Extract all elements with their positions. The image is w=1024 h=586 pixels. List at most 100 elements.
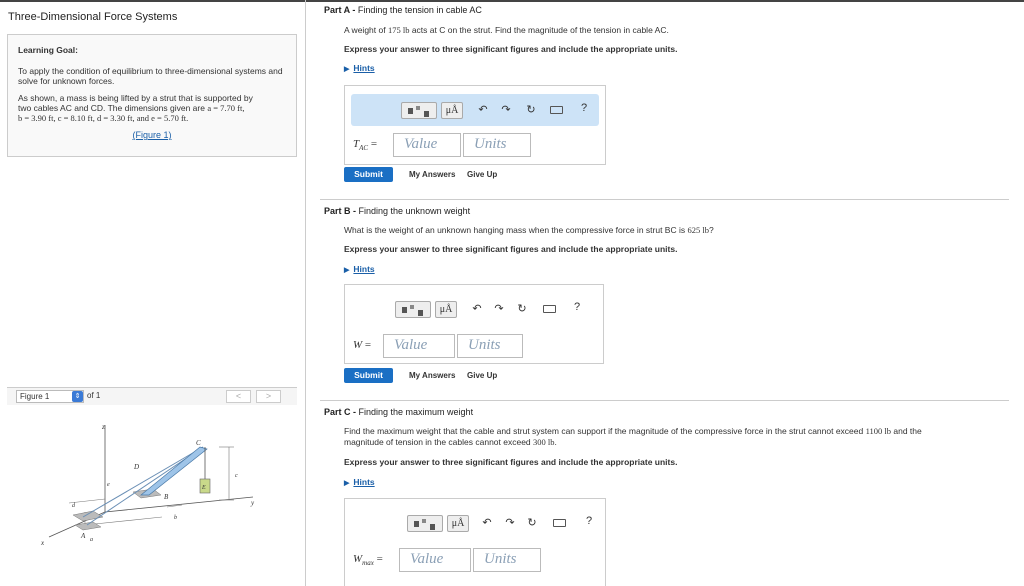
desc-math-dims: b = 3.90 ft, c = 8.10 ft, d = 3.30 ft, a… — [18, 113, 189, 123]
templates-button[interactable] — [395, 301, 431, 318]
label-c-dim: c — [235, 473, 238, 479]
part-b-instructions: Express your answer to three significant… — [344, 244, 678, 254]
math-toolbar: μÅ ↶ ↷ ↻ ? — [351, 94, 599, 126]
part-a-hints-link[interactable]: ▶ Hints — [344, 63, 375, 73]
learning-goal-box: Learning Goal: To apply the condition of… — [7, 34, 297, 157]
templates-button[interactable] — [407, 515, 443, 532]
part-c-units-input[interactable]: Units — [473, 548, 541, 572]
part-a-give-up-link[interactable]: Give Up — [467, 170, 497, 179]
label-d: D — [133, 463, 139, 471]
help-button[interactable]: ? — [574, 301, 580, 313]
part-a-value-input[interactable]: Value — [393, 133, 461, 157]
part-b-hints-link[interactable]: ▶ Hints — [344, 264, 375, 274]
strut-cable-figure: z C D B E e c d b A a x y — [40, 423, 255, 547]
part-c-answer-box: μÅ ↶ ↷ ↻ ? Wmax = Value Units — [344, 498, 606, 586]
keyboard-icon[interactable] — [543, 305, 556, 313]
help-button[interactable]: ? — [586, 515, 592, 527]
part-b: Part B - Finding the unknown weight What… — [324, 206, 1009, 396]
part-a-units-input[interactable]: Units — [463, 133, 531, 157]
label-d-dim: d — [72, 503, 76, 509]
reset-icon[interactable]: ↻ — [516, 302, 528, 315]
label-b-dim: b — [174, 515, 177, 521]
desc-math-a: a = 7.70 ft, — [207, 103, 245, 113]
part-b-variable: W = — [353, 339, 372, 351]
part-c-value-input[interactable]: Value — [399, 548, 471, 572]
part-c-variable: Wmax = — [353, 553, 383, 568]
figure-next-button[interactable]: > — [256, 390, 281, 403]
part-a-title: Finding the tension in cable AC — [355, 5, 482, 15]
templates-button[interactable] — [401, 102, 437, 119]
divider — [320, 199, 1009, 200]
label-b: B — [164, 493, 169, 501]
part-b-title: Finding the unknown weight — [356, 206, 471, 216]
label-y: y — [250, 499, 255, 507]
part-a-heading: Part A - Finding the tension in cable AC — [324, 5, 1009, 15]
support-d — [72, 510, 104, 522]
chevron-updown-icon: ⇕ — [72, 391, 83, 402]
part-a-question: A weight of 175 lb acts at C on the stru… — [344, 25, 669, 35]
part-c: Part C - Finding the maximum weight Find… — [324, 407, 1009, 586]
strut-bc — [140, 446, 208, 496]
undo-icon[interactable]: ↶ — [481, 516, 493, 529]
figure-link[interactable]: (Figure 1) — [18, 130, 286, 140]
divider — [320, 400, 1009, 401]
keyboard-icon[interactable] — [550, 106, 563, 114]
label-c: C — [196, 439, 201, 447]
redo-icon[interactable]: ↷ — [493, 302, 505, 315]
part-b-give-up-link[interactable]: Give Up — [467, 371, 497, 380]
part-b-my-answers-link[interactable]: My Answers — [409, 371, 455, 380]
cable-dc — [82, 446, 204, 518]
figure-select-value: Figure 1 — [20, 392, 50, 401]
part-b-submit-button[interactable]: Submit — [344, 368, 393, 383]
part-b-answer-box: μÅ ↶ ↷ ↻ ? W = Value Units — [344, 284, 604, 364]
support-a — [74, 521, 102, 531]
undo-icon[interactable]: ↶ — [477, 103, 489, 116]
figure-prev-button[interactable]: < — [226, 390, 251, 403]
part-a-my-answers-link[interactable]: My Answers — [409, 170, 455, 179]
goal-text: To apply the condition of equilibrium to… — [18, 66, 283, 86]
reset-icon[interactable]: ↻ — [525, 103, 537, 116]
part-b-question: What is the weight of an unknown hanging… — [344, 225, 714, 235]
problem-description: As shown, a mass is being lifted by a st… — [18, 93, 286, 123]
math-toolbar: μÅ ↶ ↷ ↻ ? — [385, 293, 597, 325]
part-c-question: Find the maximum weight that the cable a… — [344, 426, 922, 447]
part-a-variable: TAC = — [353, 138, 378, 153]
label-a-dim: a — [90, 537, 93, 543]
label-z: z — [101, 423, 105, 431]
part-c-hints-link[interactable]: ▶ Hints — [344, 477, 375, 487]
part-a-instructions: Express your answer to three significant… — [344, 44, 678, 54]
part-a-submit-button[interactable]: Submit — [344, 167, 393, 182]
label-x: x — [40, 539, 45, 547]
y-axis — [104, 496, 254, 513]
label-e-mass: E — [201, 485, 206, 491]
keyboard-icon[interactable] — [553, 519, 566, 527]
part-a-label: Part A - — [324, 5, 356, 15]
part-b-value-input[interactable]: Value — [383, 334, 455, 358]
figure-select[interactable]: Figure 1 ⇕ — [16, 390, 84, 403]
part-c-instructions: Express your answer to three significant… — [344, 457, 678, 467]
part-b-units-input[interactable]: Units — [457, 334, 523, 358]
units-symbols-button[interactable]: μÅ — [447, 515, 469, 532]
part-c-title: Finding the maximum weight — [356, 407, 474, 417]
part-a-answer-box: μÅ ↶ ↷ ↻ ? TAC = Value Units — [344, 85, 606, 165]
units-symbols-button[interactable]: μÅ — [441, 102, 463, 119]
label-e: e — [107, 482, 110, 488]
reset-icon[interactable]: ↻ — [526, 516, 538, 529]
part-c-label: Part C - — [324, 407, 357, 417]
units-symbols-button[interactable]: μÅ — [435, 301, 457, 318]
part-b-label: Part B - — [324, 206, 357, 216]
help-button[interactable]: ? — [581, 102, 587, 114]
desc-line-1: As shown, a mass is being lifted by a st… — [18, 93, 253, 103]
caret-right-icon: ▶ — [344, 267, 350, 274]
part-c-heading: Part C - Finding the maximum weight — [324, 407, 1009, 417]
redo-icon[interactable]: ↷ — [500, 103, 512, 116]
figure-count: of 1 — [87, 391, 101, 400]
undo-icon[interactable]: ↶ — [471, 302, 483, 315]
caret-right-icon: ▶ — [344, 66, 350, 73]
figure-toolbar: Figure 1 ⇕ of 1 < > — [7, 387, 297, 405]
caret-right-icon: ▶ — [344, 480, 350, 487]
part-b-heading: Part B - Finding the unknown weight — [324, 206, 1009, 216]
desc-line-2: two cables AC and CD. The dimensions giv… — [18, 103, 208, 113]
learning-goal-label: Learning Goal: — [18, 45, 78, 55]
redo-icon[interactable]: ↷ — [504, 516, 516, 529]
